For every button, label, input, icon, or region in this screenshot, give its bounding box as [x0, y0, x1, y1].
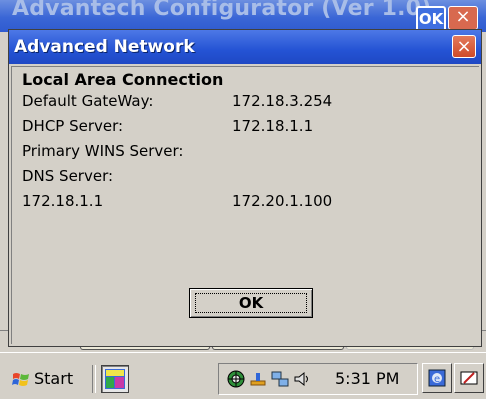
- svg-text:e: e: [434, 374, 440, 385]
- system-tray: 5:31 PM: [218, 363, 418, 395]
- gateway-label: Default GateWay:: [22, 92, 154, 110]
- background-close-button[interactable]: ×: [448, 6, 478, 30]
- desktop-button[interactable]: e: [422, 363, 452, 393]
- input-panel-button[interactable]: [454, 363, 484, 393]
- clock[interactable]: 5:31 PM: [335, 364, 399, 394]
- volume-icon[interactable]: [293, 370, 311, 388]
- start-label: Start: [34, 369, 74, 388]
- taskbar-app-advantech[interactable]: [101, 365, 129, 393]
- input-panel-icon: [460, 371, 478, 385]
- wins-label: Primary WINS Server:: [22, 142, 184, 160]
- dialog-ok-button[interactable]: OK: [189, 288, 313, 318]
- background-window-titlebar: Advantech Configurator (Ver 1.0) OK ×: [0, 0, 486, 32]
- desktop-icon: e: [428, 369, 446, 387]
- network-globe-icon[interactable]: [227, 370, 245, 388]
- background-window-title: Advantech Configurator (Ver 1.0): [12, 0, 432, 21]
- dns-secondary-value: 172.20.1.100: [232, 192, 333, 210]
- dialog-ok-label: OK: [195, 293, 307, 313]
- usb-icon[interactable]: [249, 370, 267, 388]
- start-button[interactable]: Start: [8, 365, 88, 393]
- dhcp-label: DHCP Server:: [22, 117, 124, 135]
- section-heading: Local Area Connection: [22, 70, 224, 89]
- dialog-title: Advanced Network: [14, 37, 195, 57]
- dialog-close-button[interactable]: ×: [452, 35, 476, 58]
- taskbar: Start 5:31 PM e: [0, 352, 486, 399]
- advanced-network-dialog: Advanced Network × Local Area Connection…: [8, 29, 482, 347]
- gateway-value: 172.18.3.254: [232, 92, 333, 110]
- dns-label: DNS Server:: [22, 167, 114, 185]
- dns-primary-value: 172.18.1.1: [22, 192, 104, 210]
- connection-icon[interactable]: [271, 370, 289, 388]
- taskbar-separator: [92, 365, 96, 393]
- dialog-titlebar[interactable]: Advanced Network ×: [9, 30, 481, 64]
- advantech-app-icon: [105, 369, 125, 389]
- dhcp-value: 172.18.1.1: [232, 117, 314, 135]
- windows-logo-icon: [12, 373, 29, 386]
